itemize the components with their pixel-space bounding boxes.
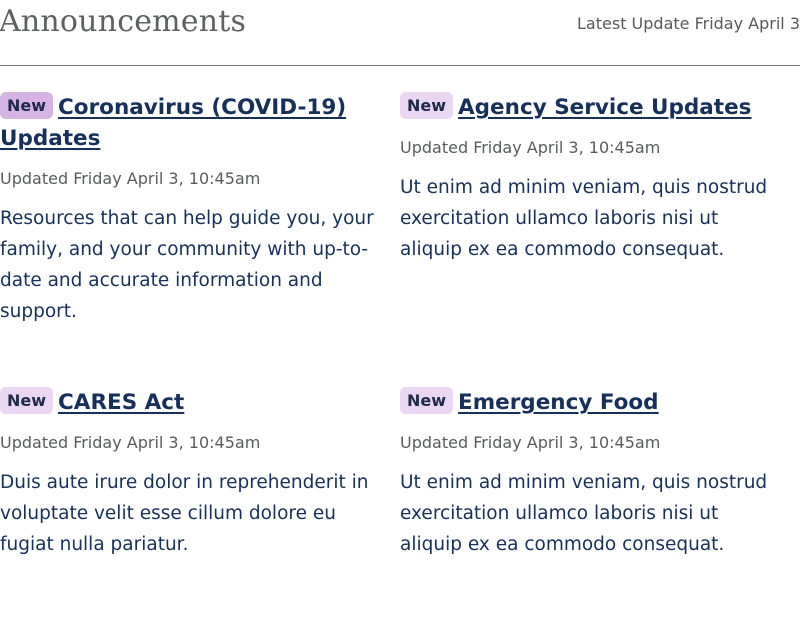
- announcement-description: Ut enim ad minim veniam, quis nostrud ex…: [400, 177, 768, 260]
- announcement-link-emergency-food[interactable]: Emergency Food: [458, 390, 659, 415]
- card-heading: New Emergency Food: [400, 387, 780, 418]
- page-title: Announcements: [0, 4, 247, 39]
- updated-timestamp: Updated Friday April 3, 10:45am: [0, 169, 261, 188]
- announcement-description: Ut enim ad minim veniam, quis nostrud ex…: [400, 472, 768, 555]
- announcements-header: Announcements Latest Update Friday April…: [0, 0, 800, 66]
- announcement-card: New Coronavirus (COVID-19) Updates Update…: [0, 92, 380, 327]
- new-badge: New: [400, 92, 454, 119]
- announcement-card: New CARES Act Updated Friday April 3, 10:…: [0, 387, 380, 560]
- updated-timestamp: Updated Friday April 3, 10:45am: [400, 138, 661, 157]
- announcement-description: Resources that can help guide you, your …: [0, 208, 374, 322]
- announcement-description: Duis aute irure dolor in reprehenderit i…: [0, 472, 369, 555]
- announcement-card: New Emergency Food Updated Friday April 3…: [400, 387, 780, 560]
- new-badge: New: [0, 387, 54, 414]
- latest-update-text: Latest Update Friday April 3: [577, 14, 800, 33]
- card-heading: New Coronavirus (COVID-19) Updates: [0, 92, 380, 154]
- updated-timestamp: Updated Friday April 3, 10:45am: [400, 433, 661, 452]
- card-heading: New Agency Service Updates: [400, 92, 780, 123]
- new-badge: New: [400, 387, 454, 414]
- new-badge: New: [0, 92, 54, 119]
- card-heading: New CARES Act: [0, 387, 380, 418]
- announcement-link-cares-act[interactable]: CARES Act: [58, 390, 184, 415]
- announcement-card: New Agency Service Updates Updated Friday…: [400, 92, 780, 265]
- updated-timestamp: Updated Friday April 3, 10:45am: [0, 433, 261, 452]
- announcement-link-agency-service[interactable]: Agency Service Updates: [458, 95, 751, 120]
